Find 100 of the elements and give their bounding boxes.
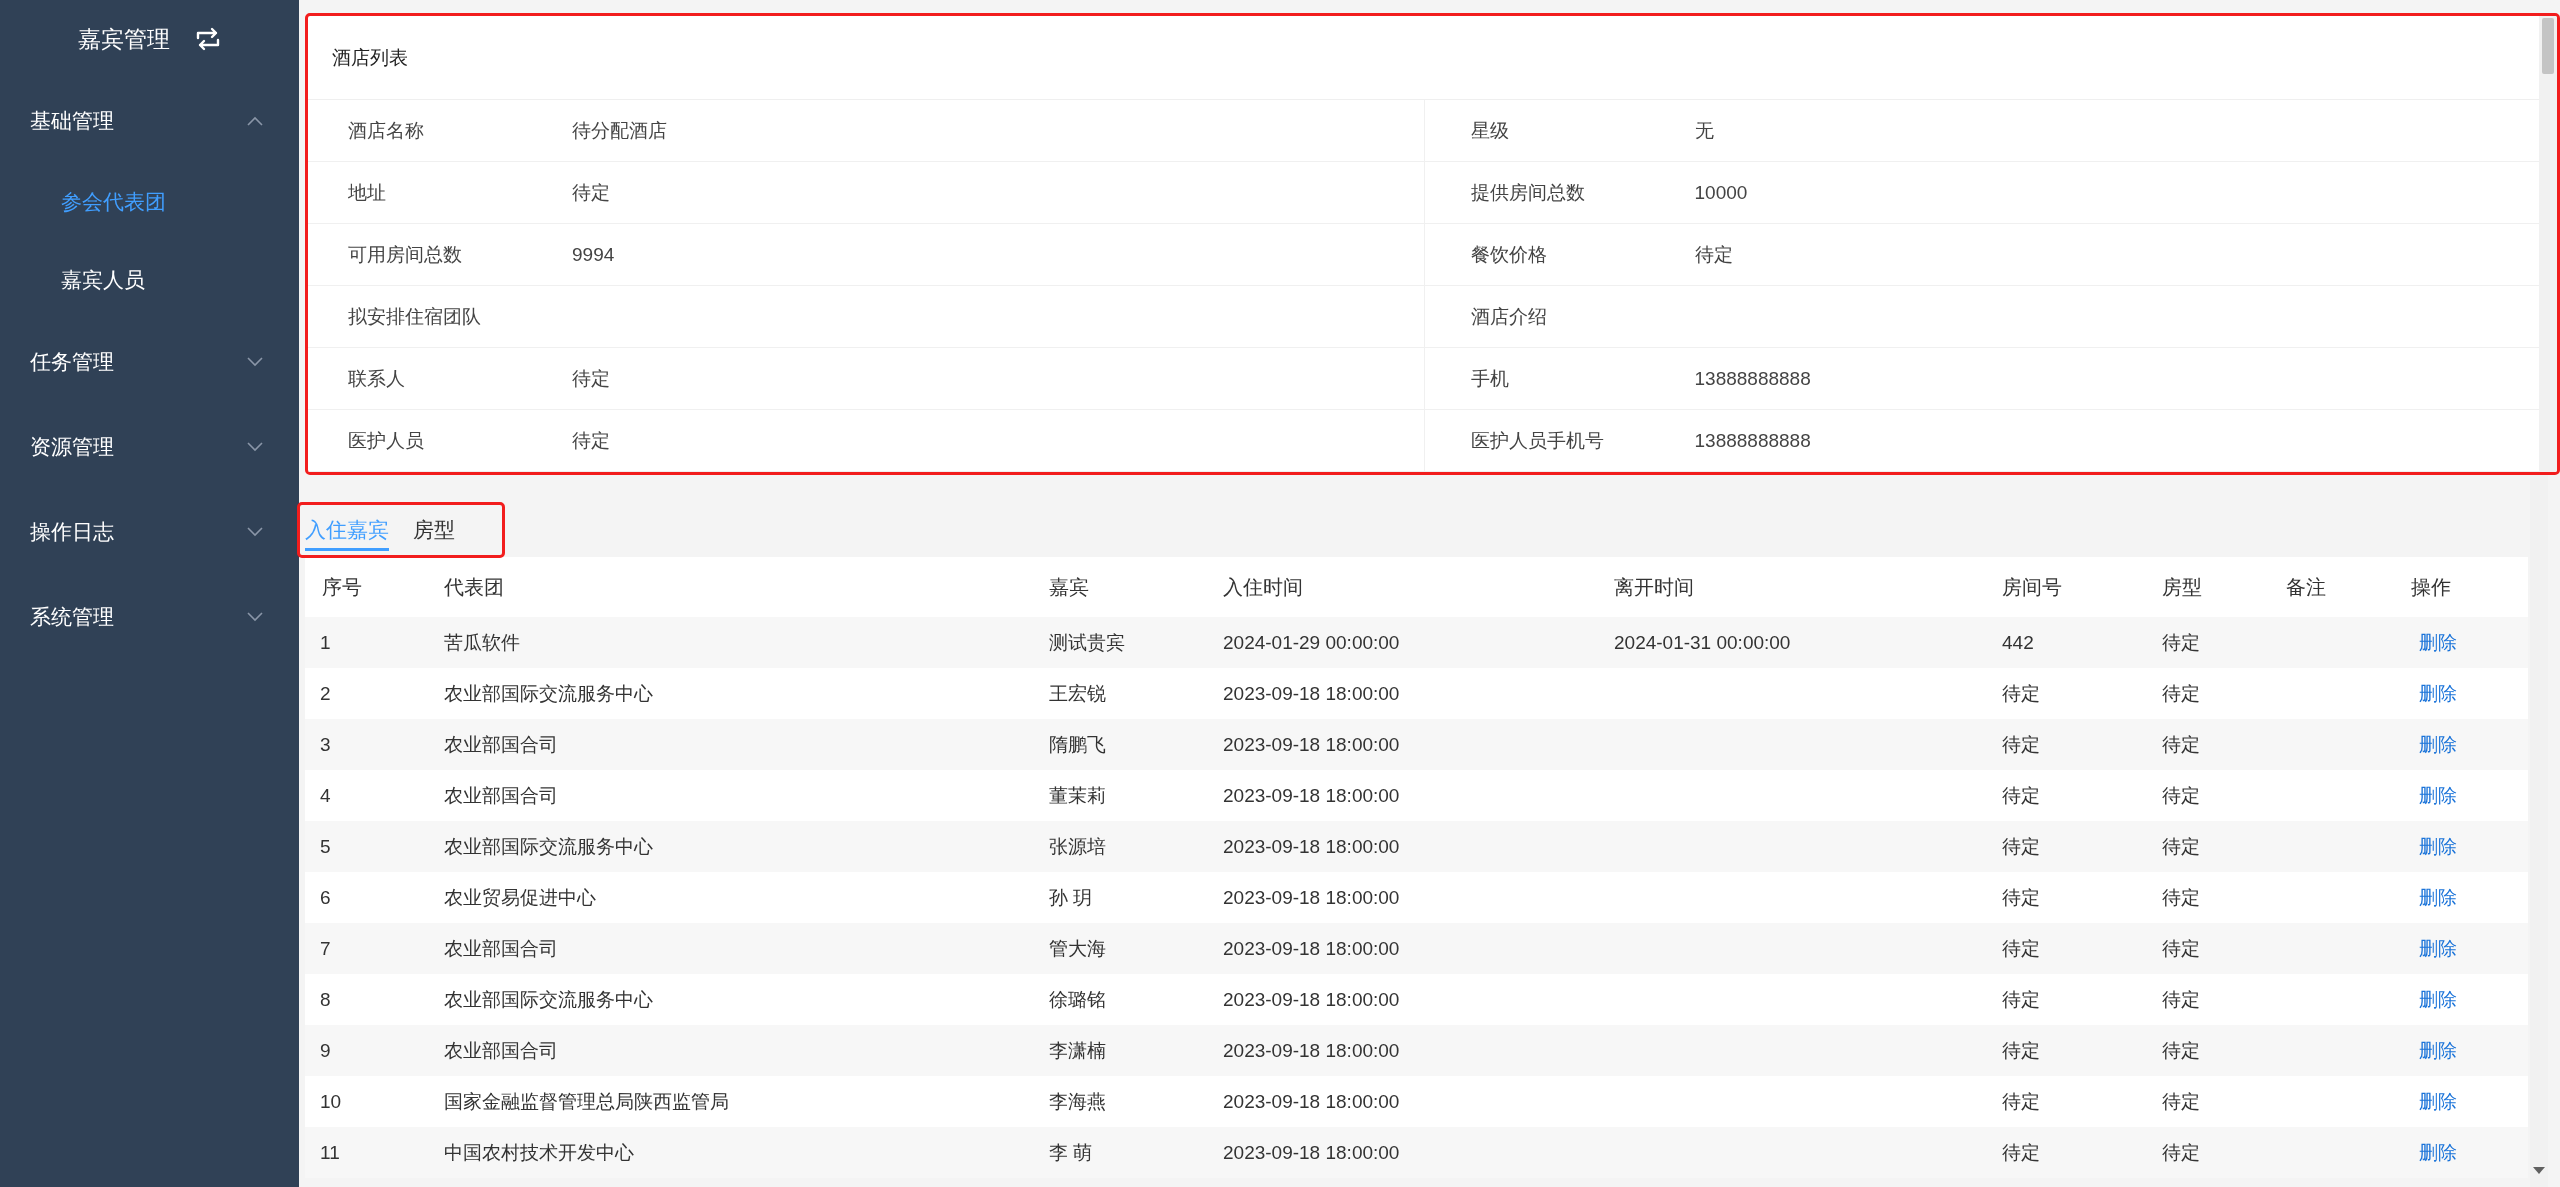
table-cell: 董茉莉 — [1049, 784, 1106, 806]
table-cell: 待定 — [2162, 988, 2200, 1010]
delete-link[interactable]: 删除 — [2411, 631, 2457, 653]
delete-link[interactable]: 删除 — [2411, 937, 2457, 959]
menu-item[interactable]: 嘉宾人员 — [0, 241, 299, 319]
chevron-down-icon — [247, 356, 263, 367]
delete-link[interactable]: 删除 — [2411, 886, 2457, 908]
table-cell: 管大海 — [1049, 937, 1106, 959]
menu-group[interactable]: 任务管理 — [0, 319, 299, 404]
menu-group[interactable]: 操作日志 — [0, 489, 299, 574]
column-header: 操作 — [2410, 574, 2452, 600]
table-cell: 农业部国际交流服务中心 — [444, 835, 653, 857]
menu-item[interactable]: 参会代表团 — [0, 163, 299, 241]
table-cell: 2023-09-18 18:00:00 — [1223, 784, 1400, 806]
table-cell: 5 — [320, 835, 331, 857]
app-title: 嘉宾管理 — [77, 24, 170, 54]
table-cell: 李 萌 — [1049, 1141, 1093, 1163]
table-cell: 2023-09-18 18:00:00 — [1223, 1141, 1400, 1163]
table-cell: 8 — [320, 988, 331, 1010]
field-label: 星级 — [1470, 118, 1510, 143]
table-cell: 2024-01-29 00:00:00 — [1223, 631, 1400, 653]
table-cell: 农业部国际交流服务中心 — [444, 682, 653, 704]
delete-link[interactable]: 删除 — [2411, 835, 2457, 857]
table-cell: 待定 — [2002, 733, 2040, 755]
table-cell: 待定 — [2002, 886, 2040, 908]
table-cell: 2 — [320, 682, 331, 704]
scroll-down-icon[interactable] — [2533, 1167, 2545, 1175]
table-cell: 张源培 — [1049, 835, 1106, 857]
table-cell: 王宏锐 — [1049, 682, 1106, 704]
delete-link[interactable]: 删除 — [2411, 988, 2457, 1010]
field-value: 无 — [1694, 118, 1714, 143]
chevron-down-icon — [247, 526, 263, 537]
column-header: 离开时间 — [1613, 574, 1695, 600]
tab[interactable]: 入住嘉宾 — [305, 509, 389, 551]
table-cell: 2023-09-18 18:00:00 — [1223, 988, 1400, 1010]
table-cell: 7 — [320, 937, 331, 959]
table-cell: 测试贵宾 — [1049, 631, 1125, 653]
field-value: 待定 — [572, 366, 610, 391]
table-cell: 待定 — [2162, 733, 2200, 755]
table-cell: 442 — [2002, 631, 2034, 653]
delete-link[interactable]: 删除 — [2411, 1039, 2457, 1061]
menu-group[interactable]: 基础管理 — [0, 78, 299, 163]
delete-link[interactable]: 删除 — [2411, 682, 2457, 704]
table-cell: 2023-09-18 18:00:00 — [1223, 1090, 1400, 1112]
field-value: 13888888888 — [1694, 367, 1811, 390]
field-value: 13888888888 — [1694, 429, 1811, 452]
table-cell: 国家金融监督管理总局陕西监管局 — [444, 1090, 729, 1112]
field-label: 联系人 — [348, 366, 406, 391]
table-cell: 9 — [320, 1039, 331, 1061]
field-value: 9994 — [572, 243, 615, 266]
column-header: 代表团 — [443, 574, 505, 600]
chevron-down-icon — [247, 441, 263, 452]
field-label: 医护人员手机号 — [1470, 428, 1605, 453]
table-cell: 6 — [320, 886, 331, 908]
field-label: 地址 — [348, 180, 387, 205]
table-cell: 隋鹏飞 — [1049, 733, 1106, 755]
delete-link[interactable]: 删除 — [2411, 1090, 2457, 1112]
table-cell: 待定 — [2162, 682, 2200, 704]
table-cell: 李海燕 — [1049, 1090, 1106, 1112]
table-cell: 3 — [320, 733, 331, 755]
field-value: 待分配酒店 — [572, 118, 667, 143]
table-cell: 2023-09-18 18:00:00 — [1223, 937, 1400, 959]
table-cell: 待定 — [2162, 886, 2200, 908]
scrollbar[interactable] — [2539, 16, 2557, 472]
field-label: 可用房间总数 — [348, 242, 463, 267]
table-cell: 农业部国合司 — [444, 733, 558, 755]
column-header: 房型 — [2161, 574, 2203, 600]
tab[interactable]: 房型 — [413, 509, 455, 551]
table-cell: 待定 — [2162, 1090, 2200, 1112]
field-label: 拟安排住宿团队 — [348, 304, 482, 329]
delete-link[interactable]: 删除 — [2411, 784, 2457, 806]
table-cell: 农业贸易促进中心 — [444, 886, 596, 908]
column-header: 嘉宾 — [1048, 574, 1090, 600]
table-cell: 农业部国合司 — [444, 784, 558, 806]
menu-group[interactable]: 资源管理 — [0, 404, 299, 489]
field-label: 提供房间总数 — [1470, 180, 1586, 205]
table-cell: 农业部国合司 — [444, 1039, 558, 1061]
table-cell: 待定 — [2162, 1141, 2200, 1163]
delete-link[interactable]: 删除 — [2411, 733, 2457, 755]
table-cell: 孙 玥 — [1049, 886, 1093, 908]
table-cell: 待定 — [2002, 682, 2040, 704]
field-value: 待定 — [572, 428, 610, 453]
column-header: 房间号 — [2001, 574, 2063, 600]
scrollbar-thumb[interactable] — [2542, 18, 2554, 74]
table-cell: 待定 — [2162, 631, 2200, 653]
table-cell: 农业部国合司 — [444, 937, 558, 959]
chevron-down-icon — [247, 611, 263, 622]
table-cell: 待定 — [2002, 1090, 2040, 1112]
field-value: 10000 — [1694, 181, 1748, 204]
table-cell: 2023-09-18 18:00:00 — [1223, 835, 1400, 857]
table-cell: 待定 — [2002, 937, 2040, 959]
table-cell: 李潇楠 — [1049, 1039, 1106, 1061]
column-header: 备注 — [2285, 574, 2327, 600]
menu-group[interactable]: 系统管理 — [0, 574, 299, 659]
table-cell: 2023-09-18 18:00:00 — [1223, 682, 1400, 704]
delete-link[interactable]: 删除 — [2411, 1141, 2457, 1163]
table-cell: 中国农村技术开发中心 — [444, 1141, 634, 1163]
table-cell: 待定 — [2162, 784, 2200, 806]
table-cell: 待定 — [2162, 835, 2200, 857]
field-label: 餐饮价格 — [1470, 242, 1548, 267]
